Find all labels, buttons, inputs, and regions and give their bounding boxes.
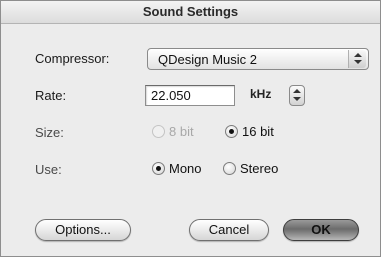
size-16bit-radio[interactable]: 16 bit bbox=[225, 124, 274, 139]
compressor-label: Compressor: bbox=[35, 51, 110, 66]
dialog-title: Sound Settings bbox=[1, 1, 380, 24]
radio-off-icon bbox=[223, 162, 236, 175]
size-label: Size: bbox=[35, 125, 64, 140]
use-label: Use: bbox=[35, 162, 62, 177]
use-mono-label: Mono bbox=[169, 161, 202, 176]
rate-unit-label: kHz bbox=[250, 87, 272, 101]
rate-label: Rate: bbox=[35, 88, 67, 103]
popup-arrows-icon bbox=[348, 50, 366, 68]
stepper-down-icon bbox=[293, 97, 301, 101]
radio-on-icon bbox=[152, 162, 165, 175]
size-8bit-label: 8 bit bbox=[169, 124, 194, 139]
stepper-up-icon bbox=[293, 89, 301, 93]
rate-field[interactable]: 22.050 bbox=[145, 85, 235, 106]
use-mono-radio[interactable]: Mono bbox=[152, 161, 202, 176]
ok-button[interactable]: OK bbox=[283, 219, 359, 241]
compressor-popup[interactable]: QDesign Music 2 bbox=[147, 48, 369, 70]
radio-on-icon bbox=[225, 125, 238, 138]
sound-settings-dialog: Sound Settings Compressor: QDesign Music… bbox=[0, 0, 381, 257]
size-16bit-label: 16 bit bbox=[242, 124, 274, 139]
cancel-button[interactable]: Cancel bbox=[189, 219, 269, 241]
rate-stepper[interactable] bbox=[289, 85, 305, 106]
use-stereo-radio[interactable]: Stereo bbox=[223, 161, 278, 176]
compressor-value: QDesign Music 2 bbox=[158, 52, 257, 67]
use-stereo-label: Stereo bbox=[240, 161, 279, 176]
radio-off-icon bbox=[152, 125, 165, 138]
size-8bit-radio[interactable]: 8 bit bbox=[152, 124, 194, 139]
options-button[interactable]: Options... bbox=[35, 219, 131, 241]
